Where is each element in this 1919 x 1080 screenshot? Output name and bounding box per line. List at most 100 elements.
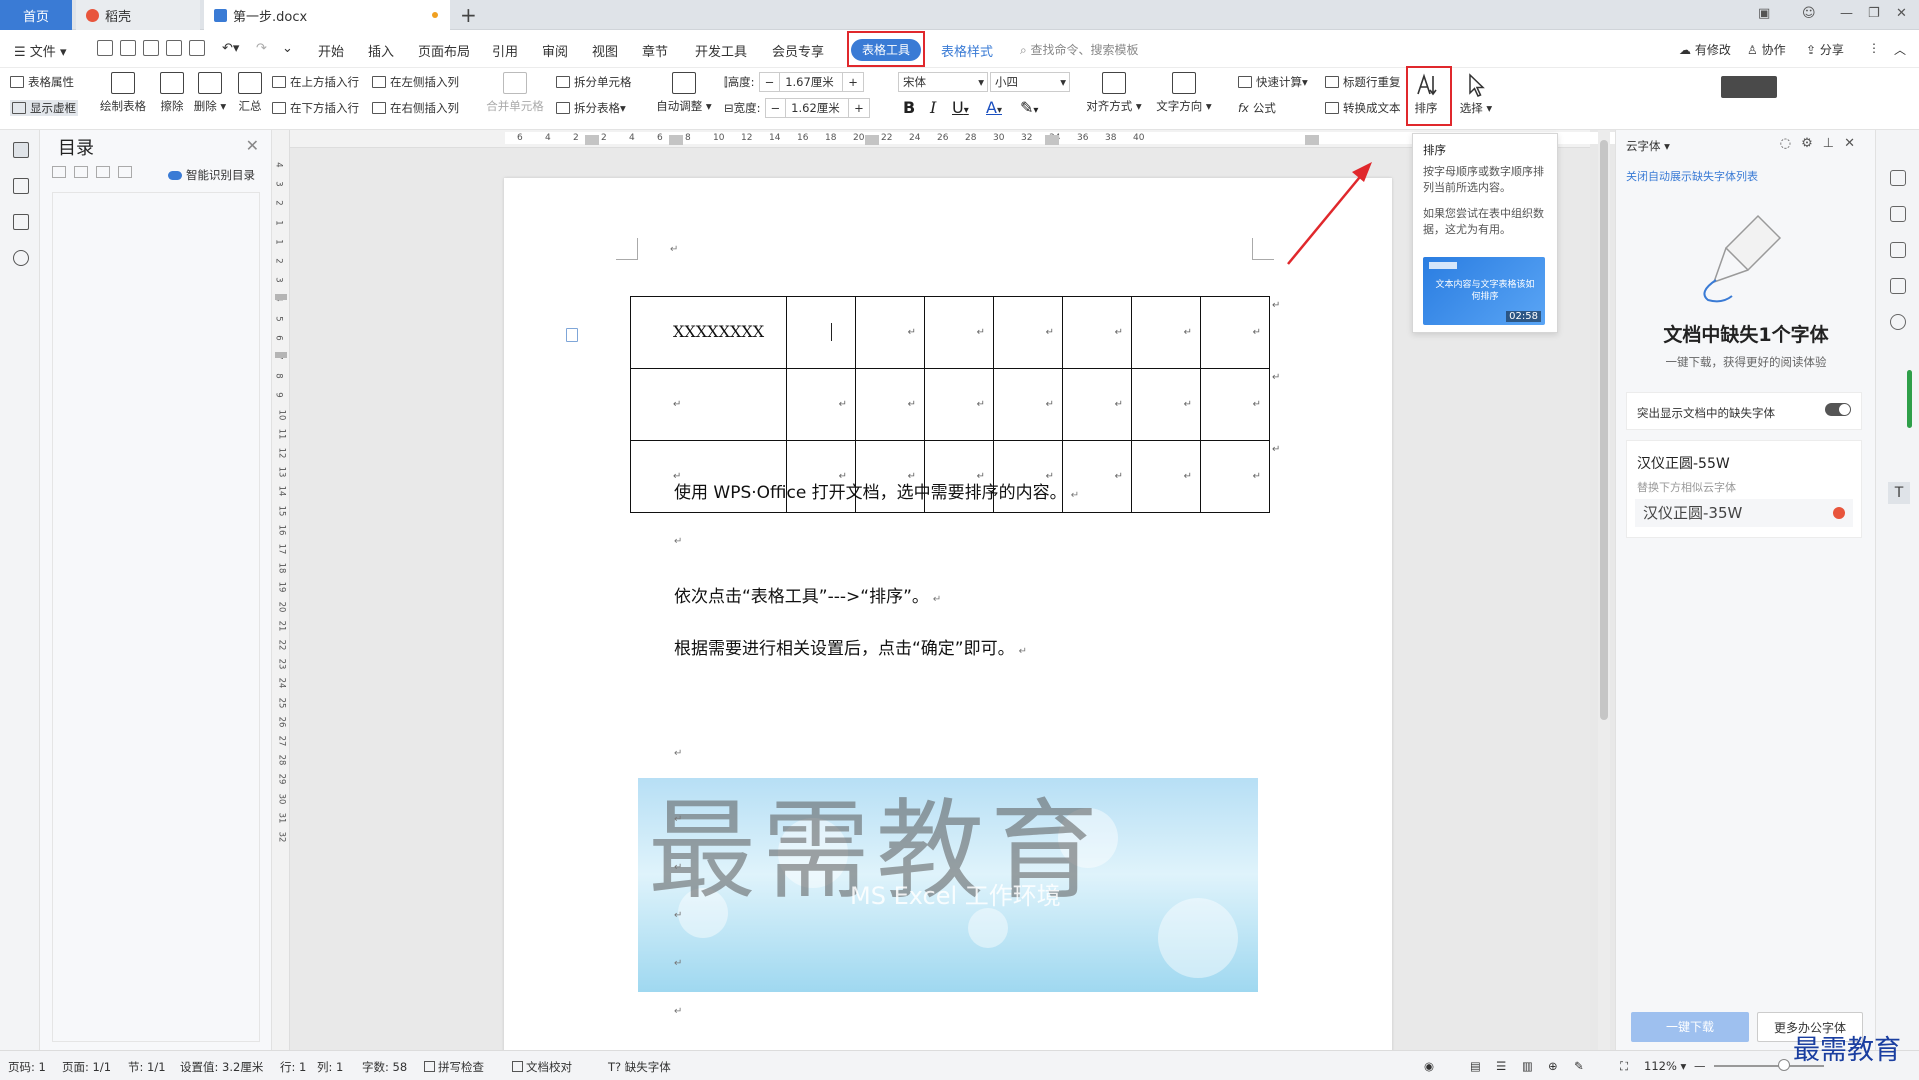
print-preview-icon[interactable] <box>189 40 205 56</box>
new-doc-icon[interactable] <box>97 40 113 56</box>
zoom-out-icon[interactable]: — <box>1694 1059 1706 1073</box>
reading-view-icon[interactable]: ▥ <box>1522 1059 1533 1073</box>
page-view-icon[interactable]: ▤ <box>1470 1059 1481 1073</box>
insert-col-right-button[interactable]: 在右侧插入列 <box>372 100 459 116</box>
outline-view-icon[interactable]: ☰ <box>1496 1059 1506 1073</box>
ruler-column-marker[interactable] <box>669 135 683 145</box>
close-window-icon[interactable]: ✕ <box>1896 6 1907 21</box>
ruler-column-marker[interactable] <box>1305 135 1319 145</box>
file-menu[interactable]: ☰ 文件 ▾ <box>14 41 66 60</box>
collaborate-button[interactable]: ♙ 协作 <box>1747 41 1786 58</box>
doc-proof-button[interactable]: 文档校对 <box>512 1059 572 1075</box>
table-cell[interactable]: ↵ <box>786 368 856 441</box>
bold-icon[interactable]: B <box>903 98 915 117</box>
table-cell[interactable]: ↵ <box>855 296 925 369</box>
alignment-button[interactable]: 对齐方式 ▾ <box>1086 68 1142 114</box>
tab-document[interactable]: 第一步.docx <box>204 0 450 30</box>
menu-page-layout[interactable]: 页面布局 <box>418 41 470 60</box>
table-cell[interactable]: ↵ <box>630 368 787 441</box>
more-icon[interactable]: ⋮ <box>1868 41 1880 55</box>
underline-icon[interactable]: U▾ <box>952 98 969 117</box>
spellcheck-button[interactable]: 拼写检查 <box>424 1059 484 1075</box>
status-section[interactable]: 节: 1/1 <box>128 1059 166 1075</box>
new-tab-button[interactable]: + <box>460 3 477 27</box>
table-cell[interactable]: ↵ <box>1062 296 1132 369</box>
search-icon[interactable] <box>13 250 29 266</box>
table-cell[interactable]: ↵ <box>1131 368 1201 441</box>
tutorial-video[interactable]: 文本内容与文字表格该如何排序 02:58 <box>1423 257 1545 325</box>
table-cell[interactable] <box>786 296 856 369</box>
show-gridlines-button[interactable]: 显示虚框 <box>10 100 78 116</box>
eye-protect-icon[interactable]: ◉ <box>1424 1059 1434 1073</box>
undo-icon[interactable]: ↶▾ <box>222 41 239 56</box>
menu-developer[interactable]: 开发工具 <box>695 41 747 60</box>
draw-table-button[interactable]: 绘制表格 <box>99 68 147 114</box>
table-cell[interactable]: ↵ <box>993 368 1063 441</box>
table-cell[interactable]: ↵ <box>993 296 1063 369</box>
close-icon[interactable]: ✕ <box>246 136 259 155</box>
menu-home[interactable]: 开始 <box>318 41 344 60</box>
table-cell[interactable]: ↵ <box>1131 296 1201 369</box>
chat-icon[interactable]: ◌ <box>1780 136 1801 151</box>
close-auto-show-link[interactable]: 关闭自动展示缺失字体列表 <box>1626 168 1758 184</box>
collapse-ribbon-icon[interactable]: ︿ <box>1894 41 1906 58</box>
pin-icon[interactable]: ⊥ <box>1823 136 1844 151</box>
ruler-row-marker[interactable] <box>275 294 287 300</box>
insert-col-left-button[interactable]: 在左侧插入列 <box>372 74 459 90</box>
web-view-icon[interactable]: ⊕ <box>1548 1059 1558 1073</box>
restore-icon[interactable]: ❐ <box>1868 6 1880 21</box>
quick-calc-button[interactable]: 快速计算 ▾ <box>1238 74 1308 90</box>
layout-icon[interactable]: ▣ <box>1758 6 1770 21</box>
table-cell[interactable]: ↵ <box>1200 296 1270 369</box>
missing-font-status[interactable]: T? 缺失字体 <box>608 1059 671 1075</box>
auto-fit-button[interactable]: 自动调整 ▾ <box>656 68 712 114</box>
menu-view[interactable]: 视图 <box>592 41 618 60</box>
tab-daoke[interactable]: 稻壳 <box>76 0 200 30</box>
menu-review[interactable]: 审阅 <box>542 41 568 60</box>
video-thumbnail-icon[interactable] <box>1721 76 1777 98</box>
zoom-slider-handle[interactable] <box>1778 1059 1790 1071</box>
table-cell[interactable]: ↵ <box>924 296 994 369</box>
smart-toc-button[interactable]: 智能识别目录 <box>168 167 255 183</box>
help-icon[interactable] <box>1890 314 1906 330</box>
table-cell[interactable]: ↵ <box>924 368 994 441</box>
settings-icon[interactable]: ⚙ <box>1801 136 1823 151</box>
highlight-toggle[interactable] <box>1825 403 1851 416</box>
tab-table-style[interactable]: 表格样式 <box>941 41 993 60</box>
add-heading-icon[interactable] <box>96 166 110 178</box>
repeat-header-button[interactable]: 标题行重复 <box>1325 74 1401 90</box>
export-pdf-icon[interactable] <box>143 40 159 56</box>
has-changes-button[interactable]: ☁ 有修改 <box>1679 41 1731 58</box>
split-cells-button[interactable]: 拆分单元格 <box>556 74 632 90</box>
minimize-icon[interactable]: — <box>1840 6 1853 21</box>
menu-member[interactable]: 会员专享 <box>772 41 824 60</box>
download-all-button[interactable]: 一键下载 <box>1631 1012 1749 1042</box>
font-color-icon[interactable]: A▾ <box>986 98 1002 117</box>
tab-home[interactable]: 首页 <box>0 0 72 30</box>
status-page-number[interactable]: 页码: 1 <box>8 1059 46 1075</box>
sliders-icon[interactable] <box>1890 278 1906 294</box>
redo-icon[interactable]: ↷ <box>256 41 267 56</box>
font-name-select[interactable]: 宋体 ▾ <box>898 72 988 92</box>
save-icon[interactable] <box>120 40 136 56</box>
cloud-font-header[interactable]: 云字体 ▾ <box>1626 138 1670 154</box>
scroll-thumb[interactable] <box>1600 140 1608 720</box>
print-icon[interactable] <box>166 40 182 56</box>
col-width-increase[interactable]: + <box>849 99 869 117</box>
quick-access-dropdown-icon[interactable]: ⌄ <box>282 41 293 56</box>
chapter-nav-icon[interactable] <box>13 178 29 194</box>
insert-row-below-button[interactable]: 在下方插入行 <box>272 100 359 116</box>
replacement-font-option[interactable]: 汉仪正圆-35W <box>1635 499 1853 527</box>
menu-references[interactable]: 引用 <box>492 41 518 60</box>
share-button[interactable]: ⇪ 分享 <box>1806 41 1844 58</box>
expand-all-icon[interactable] <box>74 166 88 178</box>
table-cell[interactable]: ↵ <box>1062 368 1132 441</box>
italic-icon[interactable]: I <box>930 98 936 117</box>
command-search[interactable]: ⌕ 查找命令、搜索模板 <box>1020 41 1139 58</box>
remove-heading-icon[interactable] <box>118 166 132 178</box>
font-panel-icon[interactable]: T <box>1888 482 1910 504</box>
status-pages[interactable]: 页面: 1/1 <box>62 1059 111 1075</box>
row-height-increase[interactable]: + <box>843 73 863 91</box>
col-width-input[interactable]: 1.62厘米 <box>785 99 850 117</box>
status-setting-value[interactable]: 设置值: 3.2厘米 <box>180 1059 263 1075</box>
